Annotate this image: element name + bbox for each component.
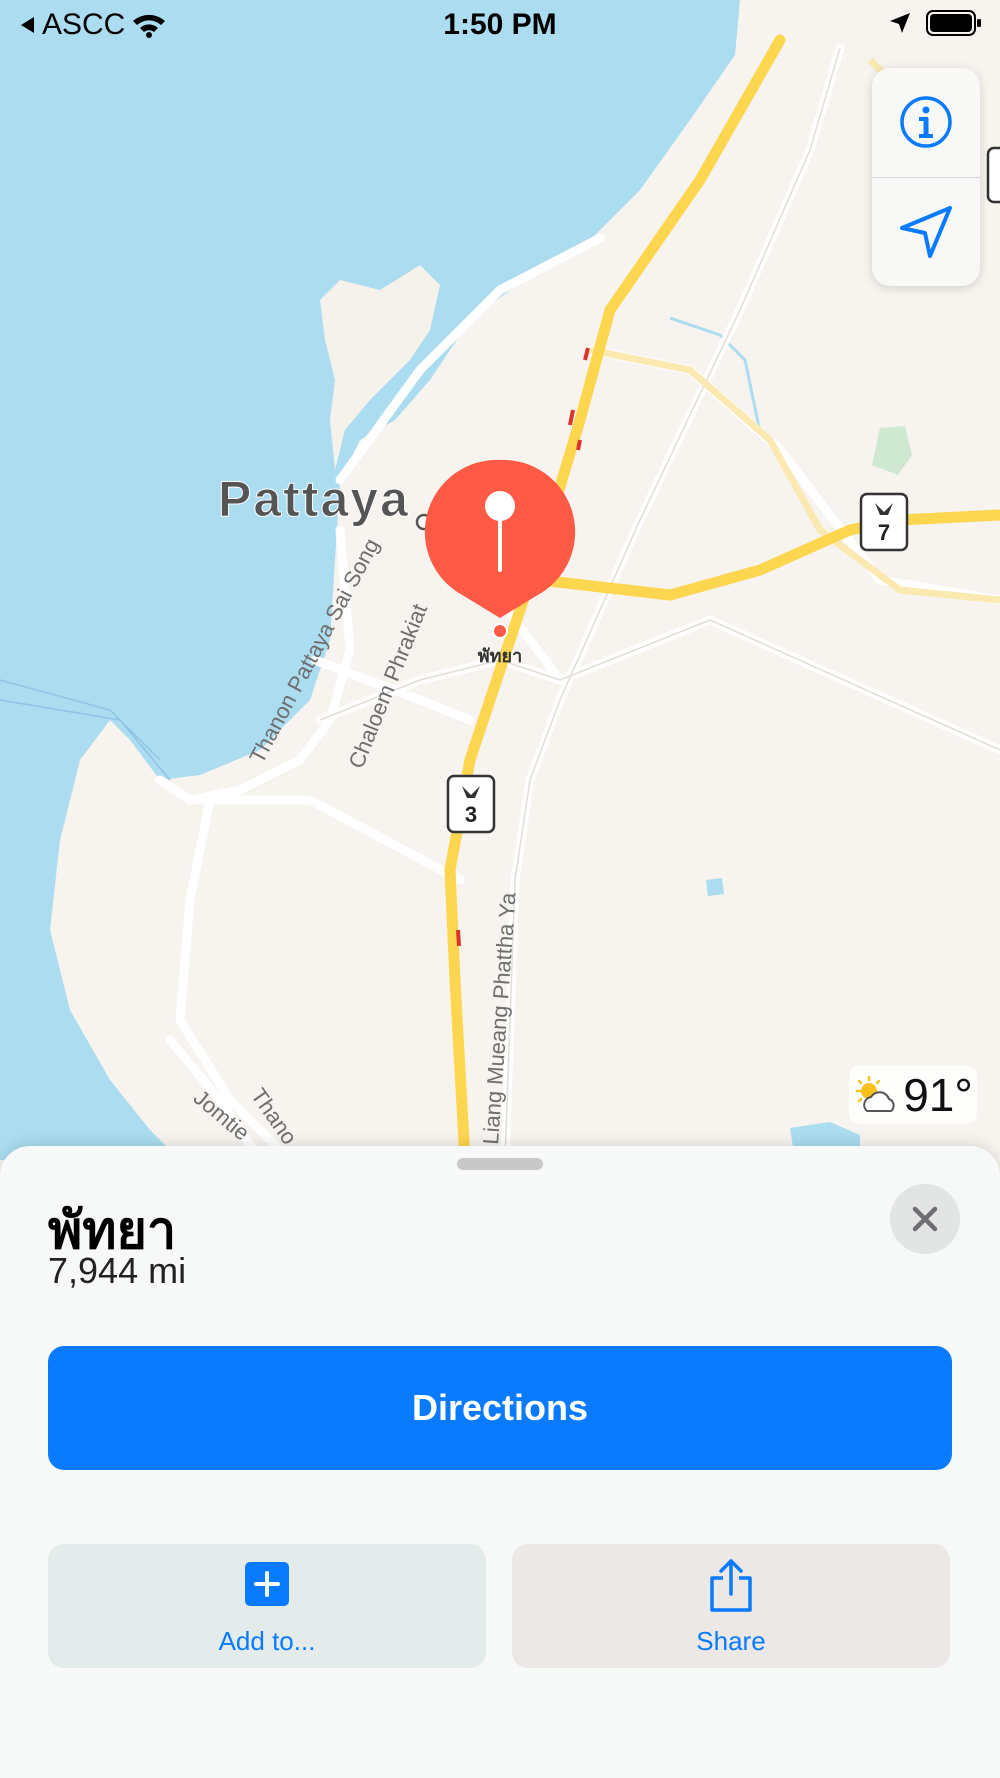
sheet-grabber[interactable] [457,1158,543,1170]
place-distance: 7,944 mi [48,1250,187,1291]
location-arrow-icon [890,13,910,33]
add-to-label: Add to... [218,1626,316,1656]
add-to-button[interactable]: Add to... [48,1544,486,1668]
plus-square-icon [245,1562,289,1606]
map-view[interactable]: 7 3 Thanon Pattaya Sai Song Chaloem Phra… [0,0,1000,1166]
highway-shield-partial [986,146,1000,204]
close-icon [912,1206,938,1232]
share-label: Share [696,1626,766,1656]
pin-label: พัทยา [478,646,522,667]
map-info-button[interactable] [872,68,980,176]
map-controls [872,68,980,286]
svg-text:7: 7 [878,520,890,545]
weather-temperature: 91° [903,1069,973,1121]
svg-text:3: 3 [465,802,477,827]
highway-shield-7: 7 [859,492,909,552]
close-button[interactable] [890,1184,960,1254]
status-time: 1:50 PM [443,8,557,41]
city-label: Pattaya [218,471,410,527]
pond [706,878,724,896]
track-location-button[interactable] [872,178,980,286]
battery-icon [926,10,981,36]
partly-sunny-icon [855,1075,895,1112]
directions-button[interactable]: Directions [48,1346,952,1470]
place-card: พัทยา 7,944 mi Directions Add to... Shar… [0,1146,1000,1778]
navigation-arrow-icon [900,206,952,258]
highway-shield-3: 3 [446,774,496,834]
map-canvas[interactable]: 7 3 Thanon Pattaya Sai Song Chaloem Phra… [0,0,1000,1166]
status-bar: ASCC 1:50 PM [0,0,1000,48]
weather-badge: 91° [849,1066,977,1124]
share-icon [710,1559,752,1612]
info-icon [900,96,952,148]
share-button[interactable]: Share [512,1544,950,1668]
